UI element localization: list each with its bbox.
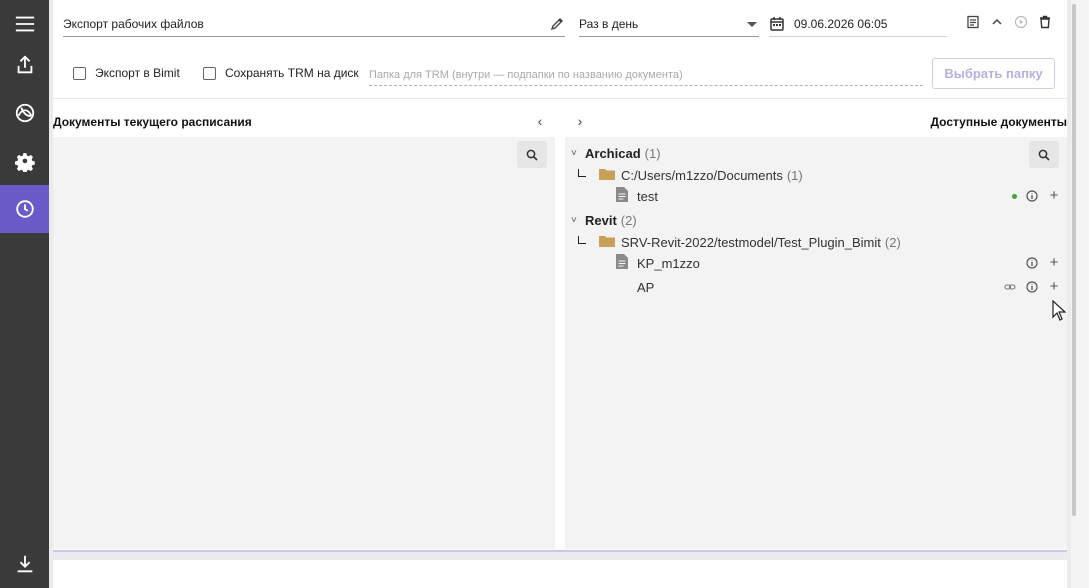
checkbox-box[interactable] — [203, 66, 216, 80]
divider — [53, 98, 1067, 99]
tree-branch — [578, 236, 586, 244]
status-online-dot — [1012, 193, 1017, 199]
trm-folder-placeholder: Папка для TRM (внутри — подпапки по назв… — [369, 68, 683, 81]
available-documents-panel: ˅ Archicad (1) C:/Users/m1zzo/Documents (1… — [565, 137, 1067, 549]
tree-group-revit[interactable]: ˅ Revit (2) — [565, 209, 1067, 231]
tree-folder[interactable]: SRV-Revit-2022/testmodel/Test_Plugin_Bim… — [565, 231, 1067, 253]
save-trm-checkbox[interactable]: Сохранять TRM на диск — [203, 66, 359, 80]
gear-icon — [14, 153, 35, 172]
document-lines-icon — [967, 15, 979, 29]
document-actions: + — [1025, 255, 1061, 270]
scrollbar-thumb[interactable] — [1072, 4, 1076, 516]
current-documents-panel — [53, 137, 555, 549]
info-icon[interactable] — [1025, 189, 1039, 203]
download-icon — [17, 555, 32, 573]
schedule-card: Экспорт рабочих файлов Раз в день 09.06.… — [53, 0, 1067, 552]
document-name: KP_m1zzo — [637, 255, 700, 271]
folder-count: (1) — [786, 167, 803, 183]
tree-document[interactable]: KP_m1zzo + — [565, 252, 1067, 274]
folder-icon — [599, 236, 615, 247]
frequency-select[interactable]: Раз в день — [579, 12, 759, 37]
tree-folder[interactable]: C:/Users/m1zzo/Documents (1) — [565, 164, 1067, 186]
folder-path: C:/Users/m1zzo/Documents — [621, 167, 783, 183]
group-count: (2) — [620, 212, 637, 228]
document-icon — [616, 254, 628, 269]
group-name: Revit — [585, 212, 617, 228]
trm-folder-input[interactable]: Папка для TRM (внутри — подпапки по назв… — [369, 64, 923, 86]
add-icon[interactable]: + — [1047, 188, 1061, 203]
link-icon[interactable] — [1003, 280, 1017, 294]
next-schedule-card — [53, 560, 1067, 588]
delete-button[interactable] — [1033, 12, 1057, 32]
export-bimit-checkbox[interactable]: Экспорт в Bimit — [73, 66, 180, 80]
left-search-button[interactable] — [517, 141, 547, 168]
schedule-name-value: Экспорт рабочих файлов — [63, 17, 204, 31]
run-button[interactable] — [1009, 12, 1033, 32]
mouse-cursor-icon — [1052, 300, 1066, 321]
log-button[interactable] — [961, 12, 985, 32]
add-icon[interactable]: + — [1047, 255, 1061, 270]
collapse-button[interactable] — [985, 12, 1009, 32]
chevron-up-icon — [992, 18, 1002, 25]
left-panel-title: Документы текущего расписания — [53, 115, 252, 129]
document-actions: + — [1012, 188, 1061, 203]
pencil-icon[interactable] — [549, 16, 565, 32]
schedule-button[interactable] — [0, 185, 49, 233]
datetime-value: 09.06.2026 06:05 — [794, 17, 888, 31]
document-name: AP — [637, 279, 655, 295]
archicad-logo-icon — [15, 103, 34, 123]
tree-document[interactable]: test + — [565, 185, 1067, 207]
upload-icon — [17, 55, 32, 74]
calendar-icon[interactable] — [769, 16, 785, 32]
chevron-down-icon[interactable]: ˅ — [571, 215, 581, 226]
tree-branch — [578, 169, 586, 177]
add-icon[interactable]: + — [1047, 279, 1061, 294]
play-circle-icon — [1014, 15, 1028, 29]
export-bimit-label: Экспорт в Bimit — [95, 66, 180, 80]
chevron-down-icon — [747, 21, 757, 27]
document-actions: + — [1003, 279, 1061, 294]
chevron-down-icon[interactable]: ˅ — [571, 148, 581, 159]
export-button[interactable] — [0, 41, 49, 89]
pick-folder-button[interactable]: Выбрать папку — [932, 58, 1055, 89]
settings-button[interactable] — [0, 137, 49, 185]
folder-count: (2) — [884, 234, 901, 250]
save-trm-label: Сохранять TRM на диск — [225, 66, 359, 80]
group-name: Archicad — [585, 145, 641, 161]
sidebar — [0, 0, 49, 588]
checkbox-box[interactable] — [73, 66, 86, 80]
tree-document[interactable]: AP + — [565, 276, 1067, 298]
group-count: (1) — [644, 145, 661, 161]
tree-group-archicad[interactable]: ˅ Archicad (1) — [565, 142, 1067, 164]
document-icon — [616, 187, 628, 202]
hamburger-icon — [15, 16, 34, 32]
archicad-button[interactable] — [0, 89, 49, 137]
app-window: Экспорт рабочих файлов Раз в день 09.06.… — [0, 0, 1089, 588]
chevron-left-icon[interactable]: ‹ — [531, 112, 549, 130]
right-panel-title: Доступные документы — [930, 115, 1067, 129]
clock-icon — [15, 200, 34, 218]
schedule-actions — [961, 12, 1057, 32]
datetime-field[interactable]: 09.06.2026 06:05 — [769, 12, 947, 37]
folder-path: SRV-Revit-2022/testmodel/Test_Plugin_Bim… — [621, 234, 881, 250]
document-name: test — [637, 188, 658, 204]
info-icon[interactable] — [1025, 280, 1039, 294]
chevron-right-icon[interactable]: › — [571, 112, 589, 130]
info-icon[interactable] — [1025, 256, 1039, 270]
download-button[interactable] — [0, 540, 49, 588]
trash-icon — [1040, 15, 1050, 29]
main-content: Экспорт рабочих файлов Раз в день 09.06.… — [49, 0, 1071, 588]
frequency-value: Раз в день — [579, 17, 639, 31]
folder-icon — [599, 169, 615, 180]
search-icon — [526, 149, 538, 161]
schedule-name-field[interactable]: Экспорт рабочих файлов — [63, 12, 565, 37]
